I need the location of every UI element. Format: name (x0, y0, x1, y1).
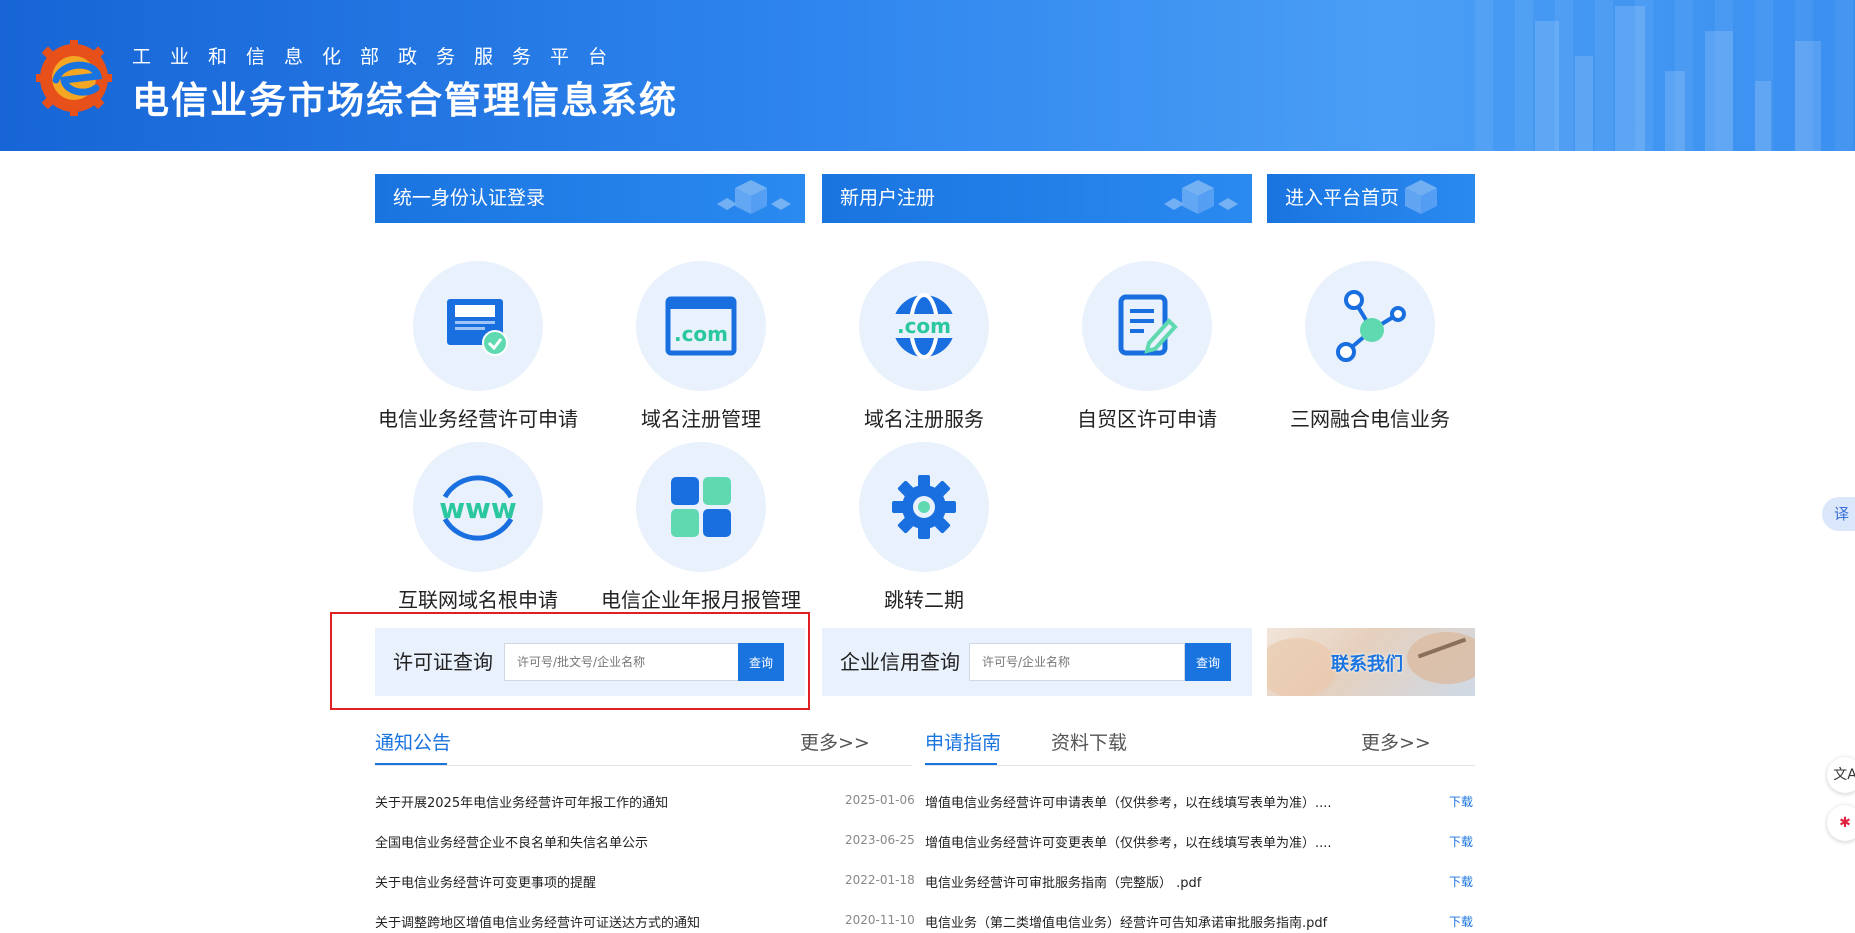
service-label: 跳转二期 (884, 588, 964, 612)
guide-more-link[interactable]: 更多>> (1361, 728, 1431, 755)
credit-query-input[interactable] (969, 643, 1185, 681)
service-label: 三网融合电信业务 (1290, 407, 1450, 431)
license-card-icon (413, 261, 543, 391)
page-title: 电信业务市场综合管理信息系统 (132, 79, 678, 122)
cube-decoration-icon (1164, 180, 1238, 214)
highlight-box (330, 612, 810, 710)
tab-guide[interactable]: 申请指南 (925, 728, 1001, 755)
contact-us-banner[interactable]: 联系我们 (1267, 628, 1475, 696)
service-label: 互联网域名根申请 (398, 588, 558, 612)
language-switch-button[interactable]: 文A (1827, 757, 1855, 793)
tab-downloads[interactable]: 资料下载 (1051, 728, 1127, 755)
header-banner: 工业和信息化部政务服务平台 电信业务市场综合管理信息系统 (0, 0, 1855, 151)
download-link[interactable]: 下载 (1449, 873, 1473, 890)
guide-item[interactable]: 电信业务（第二类增值电信业务）经营许可告知承诺审批服务指南.pdf (925, 912, 1327, 931)
cube-decoration-icon (717, 180, 791, 214)
service-internet-root-domain[interactable]: www 互联网域名根申请 (368, 442, 588, 613)
cube-decoration-icon (1405, 180, 1437, 214)
guide-item[interactable]: 增值电信业务经营许可变更表单（仅供参考，以在线填写表单为准）.... (925, 832, 1332, 851)
platform-home-label: 进入平台首页 (1285, 187, 1400, 209)
contact-us-label: 联系我们 (1331, 654, 1403, 675)
service-ftz-license[interactable]: 自贸区许可申请 (1037, 261, 1257, 432)
notice-item[interactable]: 关于开展2025年电信业务经营许可年报工作的通知 (375, 792, 668, 811)
login-button[interactable]: 统一身份认证登录 (375, 174, 805, 223)
svg-text:www: www (439, 492, 517, 525)
credit-query-panel: 企业信用查询 查询 (822, 628, 1252, 696)
dotcom-window-icon: .com (636, 261, 766, 391)
guide-item[interactable]: 增值电信业务经营许可申请表单（仅供参考，以在线填写表单为准）.... (925, 792, 1332, 811)
assistant-float-button[interactable]: ✱ (1827, 805, 1855, 841)
notice-date: 2022-01-18 (845, 873, 915, 887)
globe-dotcom-icon: .com (859, 261, 989, 391)
notice-item[interactable]: 关于电信业务经营许可变更事项的提醒 (375, 872, 596, 891)
network-nodes-icon (1305, 261, 1435, 391)
divider (375, 765, 912, 766)
download-link[interactable]: 下载 (1449, 913, 1473, 930)
tab-notice[interactable]: 通知公告 (375, 728, 451, 755)
notice-item[interactable]: 关于调整跨地区增值电信业务经营许可证送达方式的通知 (375, 912, 700, 931)
service-phase-two[interactable]: 跳转二期 (814, 442, 1034, 613)
download-link[interactable]: 下载 (1449, 833, 1473, 850)
service-label: 域名注册管理 (641, 407, 761, 431)
notice-date: 2020-11-10 (845, 913, 915, 927)
header-subtitle: 工业和信息化部政务服务平台 (132, 46, 627, 68)
credit-query-label: 企业信用查询 (840, 650, 960, 674)
notice-more-link[interactable]: 更多>> (800, 728, 870, 755)
svg-text:.com: .com (897, 314, 951, 338)
service-label: 域名注册服务 (864, 407, 984, 431)
guide-item[interactable]: 电信业务经营许可审批服务指南（完整版） .pdf (925, 872, 1201, 891)
translate-float-button[interactable]: 译 (1822, 497, 1855, 531)
www-icon: www (413, 442, 543, 572)
gear-icon (859, 442, 989, 572)
tiles-grid-icon (636, 442, 766, 572)
service-domain-registration-management[interactable]: .com 域名注册管理 (591, 261, 811, 432)
service-label: 自贸区许可申请 (1077, 407, 1217, 431)
document-edit-icon (1082, 261, 1212, 391)
service-annual-monthly-report[interactable]: 电信企业年报月报管理 (591, 442, 811, 613)
svg-text:.com: .com (674, 322, 728, 346)
register-label: 新用户注册 (840, 187, 936, 209)
miit-logo-icon (36, 40, 116, 116)
register-button[interactable]: 新用户注册 (822, 174, 1252, 223)
notice-date: 2023-06-25 (845, 833, 915, 847)
download-link[interactable]: 下载 (1449, 793, 1473, 810)
login-label: 统一身份认证登录 (393, 187, 546, 209)
platform-home-button[interactable]: 进入平台首页 (1267, 174, 1475, 223)
service-tri-network[interactable]: 三网融合电信业务 (1260, 261, 1480, 432)
credit-query-button[interactable]: 查询 (1185, 643, 1231, 681)
notice-item[interactable]: 全国电信业务经营企业不良名单和失信名单公示 (375, 832, 648, 851)
service-label: 电信业务经营许可申请 (378, 407, 578, 431)
service-domain-registration[interactable]: .com 域名注册服务 (814, 261, 1034, 432)
service-label: 电信企业年报月报管理 (601, 588, 801, 612)
notice-date: 2025-01-06 (845, 793, 915, 807)
service-telecom-license[interactable]: 电信业务经营许可申请 (368, 261, 588, 432)
divider (925, 765, 1475, 766)
city-skyline-decoration (1475, 0, 1855, 151)
